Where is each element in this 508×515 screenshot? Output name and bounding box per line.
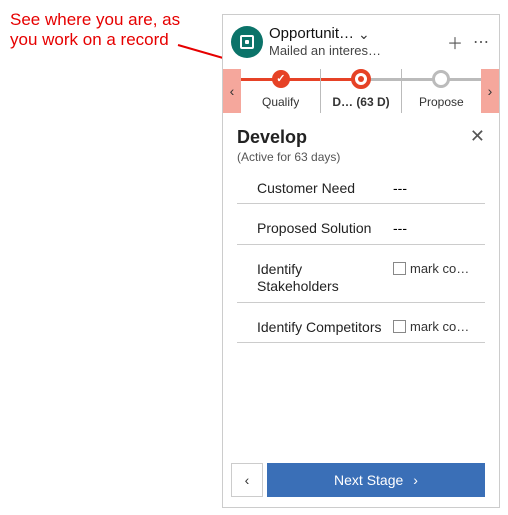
checkbox-label: mark co… <box>410 261 469 276</box>
checkbox-label: mark co… <box>410 319 469 334</box>
stage-bar: ‹ Qualify D… (63 D) Propose › <box>223 69 499 113</box>
header: Opportunit… ⌄ Mailed an interes… ＋ ⋯ <box>223 15 499 69</box>
field-identify-stakeholders[interactable]: Identify Stakeholders mark co… <box>237 245 485 303</box>
stage-title: Develop <box>237 127 340 148</box>
field-customer-need[interactable]: Customer Need --- <box>237 164 485 205</box>
chevron-down-icon[interactable]: ⌄ <box>358 26 370 43</box>
stage-node-qualify[interactable] <box>272 70 290 88</box>
field-value[interactable]: --- <box>393 180 485 196</box>
close-icon[interactable]: ✕ <box>470 127 485 145</box>
checkbox[interactable] <box>393 320 406 333</box>
field-value[interactable]: --- <box>393 220 485 236</box>
field-label: Identify Competitors <box>257 319 385 337</box>
annotation-text: See where you are, as you work on a reco… <box>10 10 210 51</box>
stage-detail: Develop (Active for 63 days) ✕ Customer … <box>223 113 499 354</box>
prev-stage-button[interactable]: ‹ <box>231 463 263 497</box>
panel: Opportunit… ⌄ Mailed an interes… ＋ ⋯ ‹ Q… <box>222 14 500 508</box>
header-title: Opportunit… <box>269 25 354 43</box>
field-identify-competitors[interactable]: Identify Competitors mark co… <box>237 303 485 344</box>
stage-node-develop[interactable] <box>351 69 371 89</box>
field-label: Customer Need <box>257 180 385 198</box>
stage-prev-button[interactable]: ‹ <box>223 69 241 113</box>
footer: ‹ Next Stage › <box>231 463 485 497</box>
record-type-icon <box>231 26 263 58</box>
checkbox[interactable] <box>393 262 406 275</box>
field-proposed-solution[interactable]: Proposed Solution --- <box>237 204 485 245</box>
chevron-right-icon: › <box>413 472 418 488</box>
next-stage-label: Next Stage <box>334 472 403 488</box>
field-label: Identify Stakeholders <box>257 261 385 296</box>
stage-subtitle: (Active for 63 days) <box>237 150 340 164</box>
next-stage-button[interactable]: Next Stage › <box>267 463 485 497</box>
more-button[interactable]: ⋯ <box>473 32 489 52</box>
field-label: Proposed Solution <box>257 220 385 238</box>
add-button[interactable]: ＋ <box>447 30 463 54</box>
stage-next-button[interactable]: › <box>481 69 499 113</box>
header-text: Opportunit… ⌄ Mailed an interes… <box>269 25 441 59</box>
header-subtitle: Mailed an interes… <box>269 43 441 59</box>
stage-node-propose[interactable] <box>432 70 450 88</box>
